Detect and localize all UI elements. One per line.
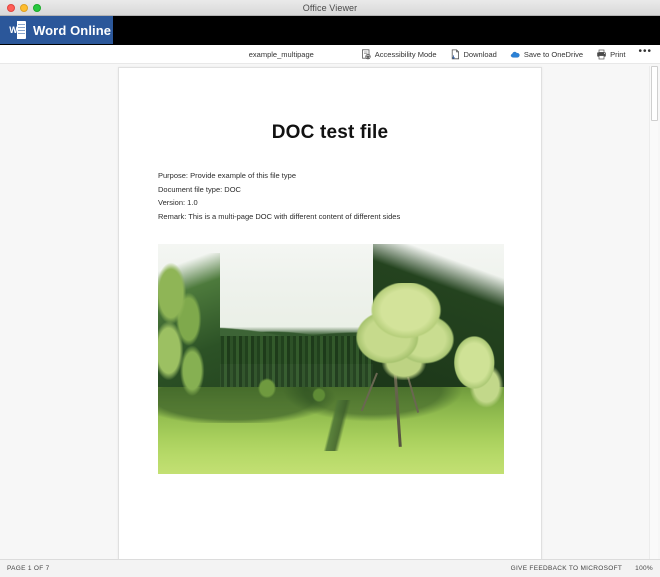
document-paragraph: Document file type: DOC: [158, 184, 241, 194]
image-small-tree: [254, 377, 280, 405]
document-toolbar: example_multipage Accessibility Mode Dow…: [0, 45, 660, 64]
minimize-window-icon[interactable]: [20, 3, 28, 12]
brand-label: Word Online: [33, 22, 112, 38]
image-stream: [275, 400, 401, 451]
download-icon: [450, 49, 461, 60]
word-document-icon: W: [9, 21, 26, 39]
window-titlebar: Office Viewer: [0, 0, 660, 16]
vertical-scrollbar[interactable]: [649, 66, 658, 559]
save-to-onedrive-button[interactable]: Save to OneDrive: [510, 49, 583, 60]
close-window-icon[interactable]: [7, 3, 15, 12]
document-viewport[interactable]: DOC test file Purpose: Provide example o…: [0, 64, 660, 559]
zoom-level[interactable]: 100%: [635, 565, 653, 572]
status-bar-right: GIVE FEEDBACK TO MICROSOFT 100%: [511, 565, 653, 572]
app-header: W Word Online: [0, 16, 660, 45]
accessibility-mode-button[interactable]: Accessibility Mode: [361, 48, 437, 60]
maximize-window-icon[interactable]: [33, 3, 41, 12]
document-body: Purpose: Provide example of this file ty…: [119, 169, 541, 223]
image-right-tree: [448, 336, 504, 415]
image-tree-canopy: [351, 283, 456, 380]
window-title: Office Viewer: [302, 2, 358, 13]
document-heading: DOC test file: [271, 122, 389, 143]
accessibility-mode-icon: [361, 48, 372, 60]
print-button[interactable]: Print: [596, 49, 625, 60]
scrollbar-thumb[interactable]: [651, 66, 658, 121]
printer-icon: [596, 49, 607, 60]
print-label: Print: [610, 49, 626, 59]
status-bar-left: PAGE 1 OF 7: [7, 565, 50, 572]
document-page: DOC test file Purpose: Provide example o…: [118, 67, 542, 559]
give-feedback-link[interactable]: GIVE FEEDBACK TO MICROSOFT: [511, 565, 623, 572]
document-paragraph: Purpose: Provide example of this file ty…: [158, 171, 296, 180]
accessibility-mode-label: Accessibility Mode: [374, 49, 437, 59]
document-image: [158, 244, 504, 474]
document-paragraph: Remark: This is a multi-page DOC with di…: [158, 211, 401, 221]
word-icon-letter: W: [9, 21, 18, 39]
document-filename: example_multipage: [248, 49, 314, 59]
save-to-onedrive-label: Save to OneDrive: [523, 49, 584, 59]
page-indicator: PAGE 1 OF 7: [7, 565, 50, 572]
word-online-brand[interactable]: W Word Online: [0, 16, 113, 44]
more-options-button[interactable]: •••: [638, 47, 652, 59]
onedrive-cloud-icon: [510, 49, 521, 60]
word-icon-lines: [18, 24, 25, 36]
download-label: Download: [463, 49, 497, 59]
document-paragraph: Version: 1.0: [158, 198, 198, 207]
download-button[interactable]: Download: [450, 49, 497, 60]
status-bar: PAGE 1 OF 7 GIVE FEEDBACK TO MICROSOFT 1…: [0, 559, 660, 577]
image-small-tree: [310, 386, 328, 408]
image-left-trees: [158, 262, 217, 405]
office-viewer-window: Office Viewer W Word Online example_mult…: [0, 0, 660, 577]
traffic-light-buttons: [0, 3, 41, 12]
